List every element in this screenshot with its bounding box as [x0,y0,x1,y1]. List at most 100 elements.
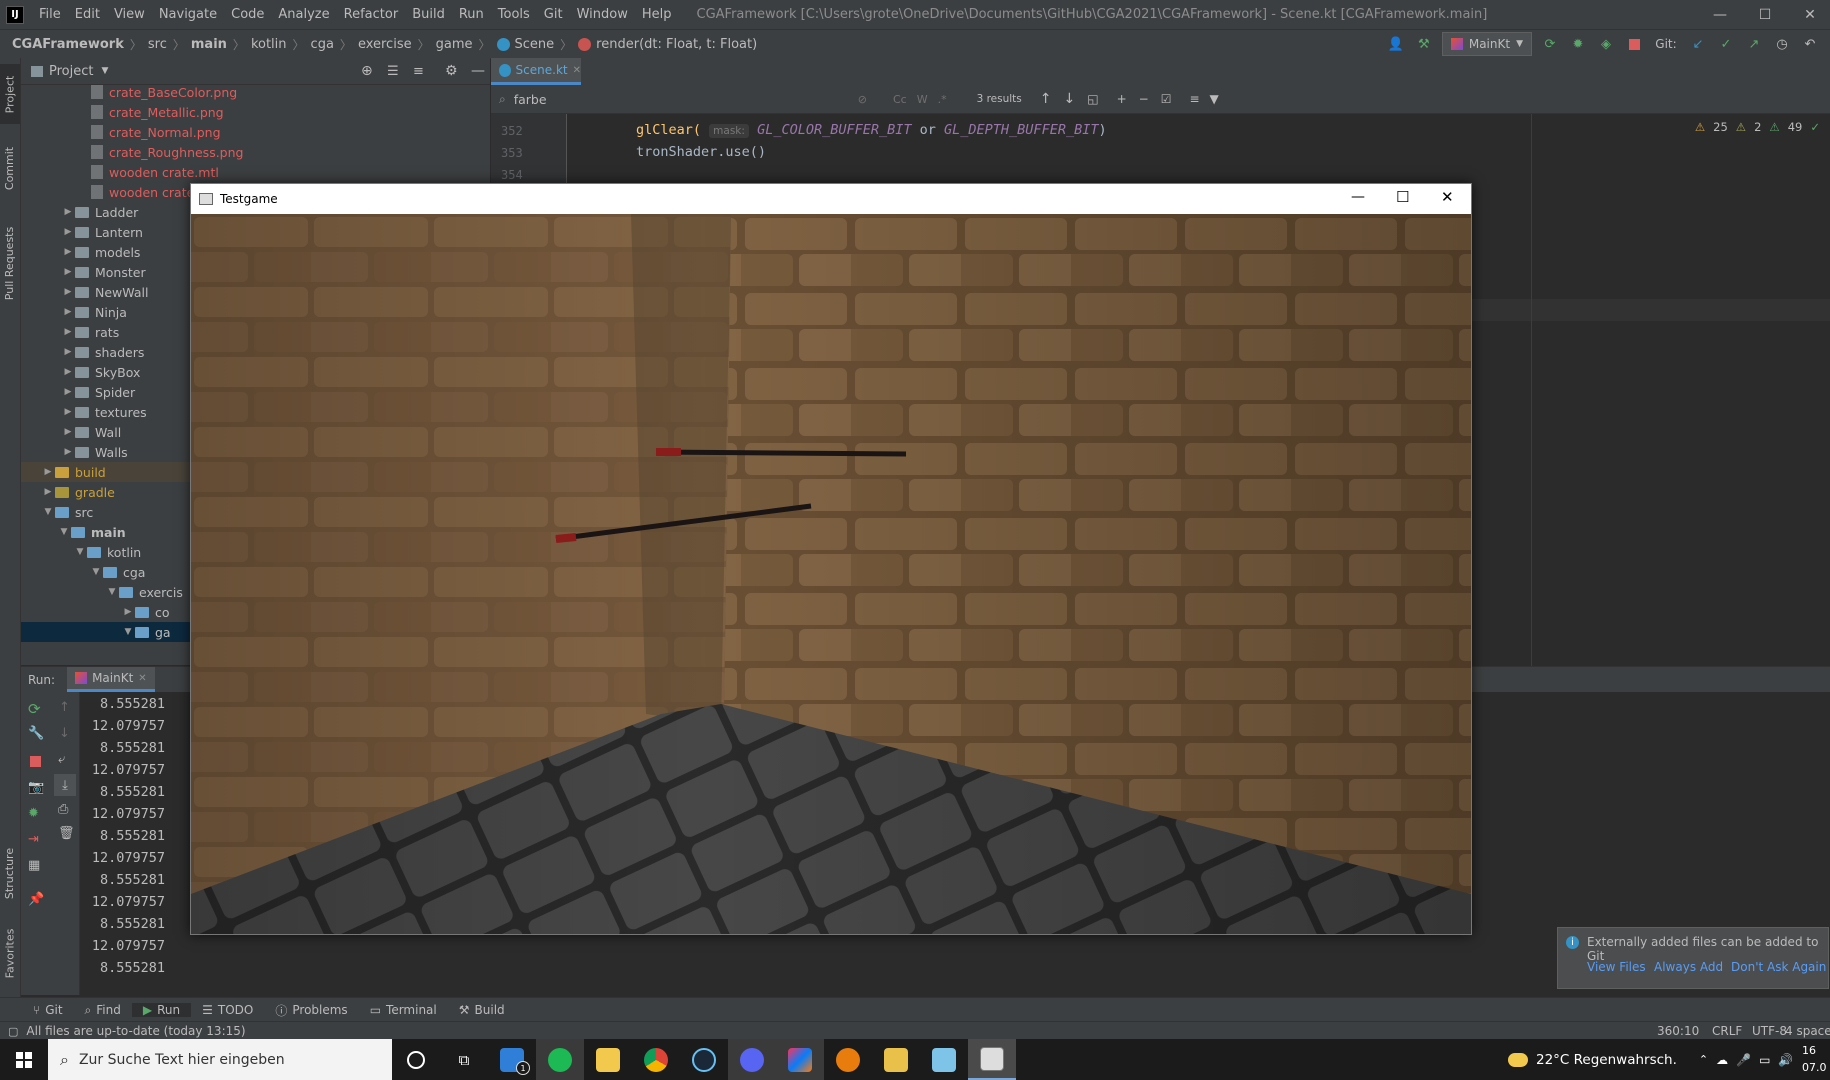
tab-todo[interactable]: ☰ TODO [191,1003,264,1017]
tab-build[interactable]: ⚒ Build [448,1003,516,1017]
windows-start-icon[interactable] [0,1039,48,1080]
steam-app-icon[interactable] [680,1039,728,1080]
menu-file[interactable]: File [32,7,68,22]
print-icon[interactable]: ⎙ [58,802,68,817]
inspection-widget[interactable]: ⚠ 25 ⚠ 2 ⚠ 49 ✓ [1695,120,1820,134]
chevron-right-icon[interactable]: ▶ [61,327,75,337]
find-input[interactable] [511,90,816,108]
breadcrumb-item[interactable]: src [142,37,173,52]
chevron-right-icon[interactable]: ▶ [61,367,75,377]
chevron-right-icon[interactable]: ▶ [61,447,75,457]
tree-file[interactable]: crate_Roughness.png [21,142,490,162]
maximize-icon[interactable]: ☐ [1745,0,1785,29]
chevron-right-icon[interactable]: ▶ [41,487,55,497]
file-explorer-icon[interactable] [584,1039,632,1080]
weather-text[interactable]: 22°C Regenwahrsch. [1536,1052,1677,1068]
locate-icon[interactable]: ⊕ [361,63,373,79]
blender-app-icon[interactable] [824,1039,872,1080]
git-push-icon[interactable]: ↗ [1744,34,1764,54]
wrench-icon[interactable]: 🔧 [28,726,44,741]
chevron-right-icon[interactable]: ▶ [61,247,75,257]
microphone-icon[interactable]: 🎤 [1736,1053,1751,1067]
chevron-down-icon[interactable]: ▼ [105,587,119,597]
network-icon[interactable]: ▭ [1759,1053,1770,1067]
gear-icon[interactable]: ⚙ [445,63,458,79]
git-update-icon[interactable]: ↙ [1688,34,1708,54]
clear-search-icon[interactable]: ⊘ [858,93,867,106]
status-square-icon[interactable]: ▢ [8,1025,18,1038]
whole-words-toggle[interactable]: W [917,93,928,106]
tab-git[interactable]: ⑂ Git [22,1003,74,1017]
filter-options-icon[interactable]: ≡ [1189,92,1199,106]
breadcrumb-item[interactable]: exercise [352,37,418,52]
game-window-titlebar[interactable]: Testgame — ☐ ✕ [191,184,1471,214]
tab-problems[interactable]: ⓘ Problems [264,1002,358,1019]
indent-setting[interactable]: 4 spaces [1785,1024,1830,1038]
menu-git[interactable]: Git [537,7,570,22]
hide-panel-icon[interactable]: — [471,63,485,79]
tab-find[interactable]: ⌕ Find [74,1003,132,1018]
menu-analyze[interactable]: Analyze [271,7,336,22]
breadcrumb-item[interactable]: main [185,37,233,52]
tree-file[interactable]: wooden crate.mtl [21,162,490,182]
previous-occurrence-icon[interactable]: ↑ [1040,91,1052,107]
clock[interactable]: 16 07.0 [1802,1042,1827,1076]
breadcrumb-item[interactable]: Scene [491,37,561,52]
menu-window[interactable]: Window [570,7,635,22]
menu-view[interactable]: View [107,7,152,22]
layout-icon[interactable]: ▦ [28,858,40,873]
chevron-down-icon[interactable]: ▼ [57,527,71,537]
collapse-all-icon[interactable]: ≡ [413,64,424,79]
add-occurrence-icon[interactable]: + [1117,92,1127,106]
breadcrumb-item[interactable]: render(dt: Float, t: Float) [572,37,763,52]
menu-refactor[interactable]: Refactor [337,7,406,22]
trash-icon[interactable]: 🗑 [58,826,75,841]
stop-icon[interactable] [1624,34,1644,54]
tree-file[interactable]: crate_Normal.png [21,122,490,142]
expand-all-icon[interactable]: ☰ [387,64,399,79]
testgame-taskbar-icon[interactable] [968,1039,1016,1080]
project-panel-title[interactable]: Project [49,64,93,79]
chevron-right-icon[interactable]: ▶ [61,227,75,237]
tab-terminal[interactable]: ▭ Terminal [359,1003,448,1017]
breadcrumb-item[interactable]: cga [305,37,340,52]
caret-position[interactable]: 360:10 [1657,1024,1699,1038]
chevron-right-icon[interactable]: ▶ [61,307,75,317]
chevron-down-icon[interactable]: ▼ [89,567,103,577]
menu-build[interactable]: Build [405,7,452,22]
tab-structure[interactable]: Structure [0,833,20,913]
onedrive-icon[interactable]: ☁ [1716,1053,1728,1067]
rerun-icon[interactable]: ⟳ [1540,34,1560,54]
select-all-occurrences-icon[interactable]: ◱ [1087,92,1098,106]
tab-project[interactable]: Project [0,64,20,124]
view-files-link[interactable]: View Files [1587,960,1646,974]
spotify-app-icon[interactable] [536,1039,584,1080]
chevron-right-icon[interactable]: ▶ [61,287,75,297]
history-icon[interactable]: ◷ [1772,34,1792,54]
user-icon[interactable]: 👤 [1386,34,1406,54]
paint-app-icon[interactable] [920,1039,968,1080]
chevron-right-icon[interactable]: ▶ [61,427,75,437]
menu-navigate[interactable]: Navigate [152,7,224,22]
soft-wrap-icon[interactable]: ⤶ [58,752,65,767]
chevron-right-icon[interactable]: ▶ [61,207,75,217]
close-icon[interactable]: ✕ [1790,0,1830,29]
tree-file[interactable]: crate_Metallic.png [21,102,490,122]
regex-toggle[interactable]: .* [938,93,947,106]
select-all-icon[interactable]: ☑ [1161,92,1172,106]
run-tab-mainkt[interactable]: MainKt ✕ [67,667,155,692]
chevron-up-icon[interactable]: ⌃ [1699,1053,1708,1066]
task-view-icon[interactable]: ⧉ [440,1039,488,1080]
close-tab-icon[interactable]: ✕ [138,673,146,684]
chevron-down-icon[interactable]: ▼ [101,66,108,76]
tab-scene-kt[interactable]: Scene.kt ✕ [491,58,581,85]
status-message[interactable]: All files are up-to-date (today 13:15) [26,1024,245,1038]
taskbar-search[interactable]: ⌕ Zur Suche Text hier eingeben [48,1039,392,1080]
intellij-app-icon[interactable] [776,1039,824,1080]
rollback-icon[interactable]: ↶ [1800,34,1820,54]
chevron-right-icon[interactable]: ▶ [41,467,55,477]
chevron-right-icon[interactable]: ▶ [61,267,75,277]
chevron-down-icon[interactable]: ▼ [73,547,87,557]
tab-run[interactable]: ▶ Run [131,1003,192,1017]
tab-commit[interactable]: Commit [0,138,20,198]
